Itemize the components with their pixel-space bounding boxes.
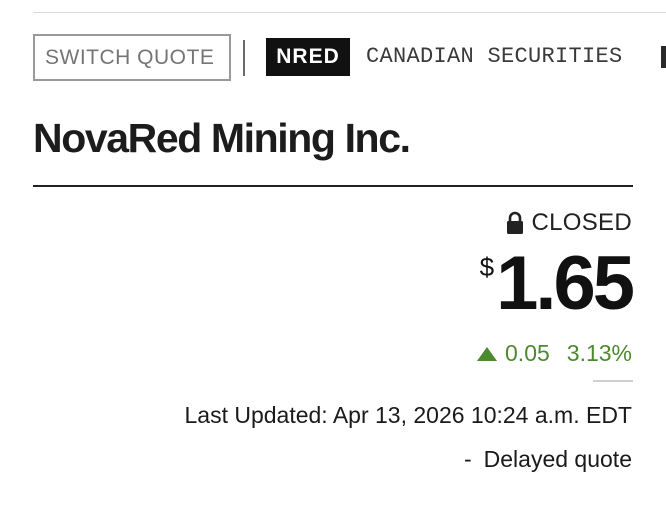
change-divider: [593, 380, 633, 382]
price-change: 0.05 3.13%: [477, 340, 632, 367]
market-status-text: CLOSED: [531, 209, 632, 236]
ticker-badge: NRED: [266, 38, 350, 76]
currency-symbol: $: [479, 252, 495, 282]
delay-separator: -: [463, 446, 472, 472]
exchange-label: CANADIAN SECURITIES: [366, 44, 623, 69]
title-divider: [33, 185, 633, 187]
price-block: $ 1.65: [479, 241, 635, 326]
delay-note-text: Delayed quote: [483, 446, 632, 472]
change-percent: 3.13%: [566, 340, 632, 366]
delay-note: - Delayed quote: [464, 446, 632, 473]
change-value: 0.05: [505, 340, 550, 366]
last-price: 1.65: [496, 241, 635, 326]
market-status: CLOSED: [506, 209, 633, 237]
lock-icon: [506, 211, 523, 234]
last-updated: Last Updated: Apr 13, 2026 10:24 a.m. ED…: [184, 402, 632, 428]
separator-pipe: [243, 40, 245, 76]
switch-quote-input[interactable]: [33, 34, 231, 81]
exchange-overflow-marker: [661, 46, 666, 68]
company-name: NovaRed Mining Inc.: [33, 115, 411, 161]
top-divider: [33, 12, 666, 13]
up-arrow-icon: [477, 346, 498, 361]
